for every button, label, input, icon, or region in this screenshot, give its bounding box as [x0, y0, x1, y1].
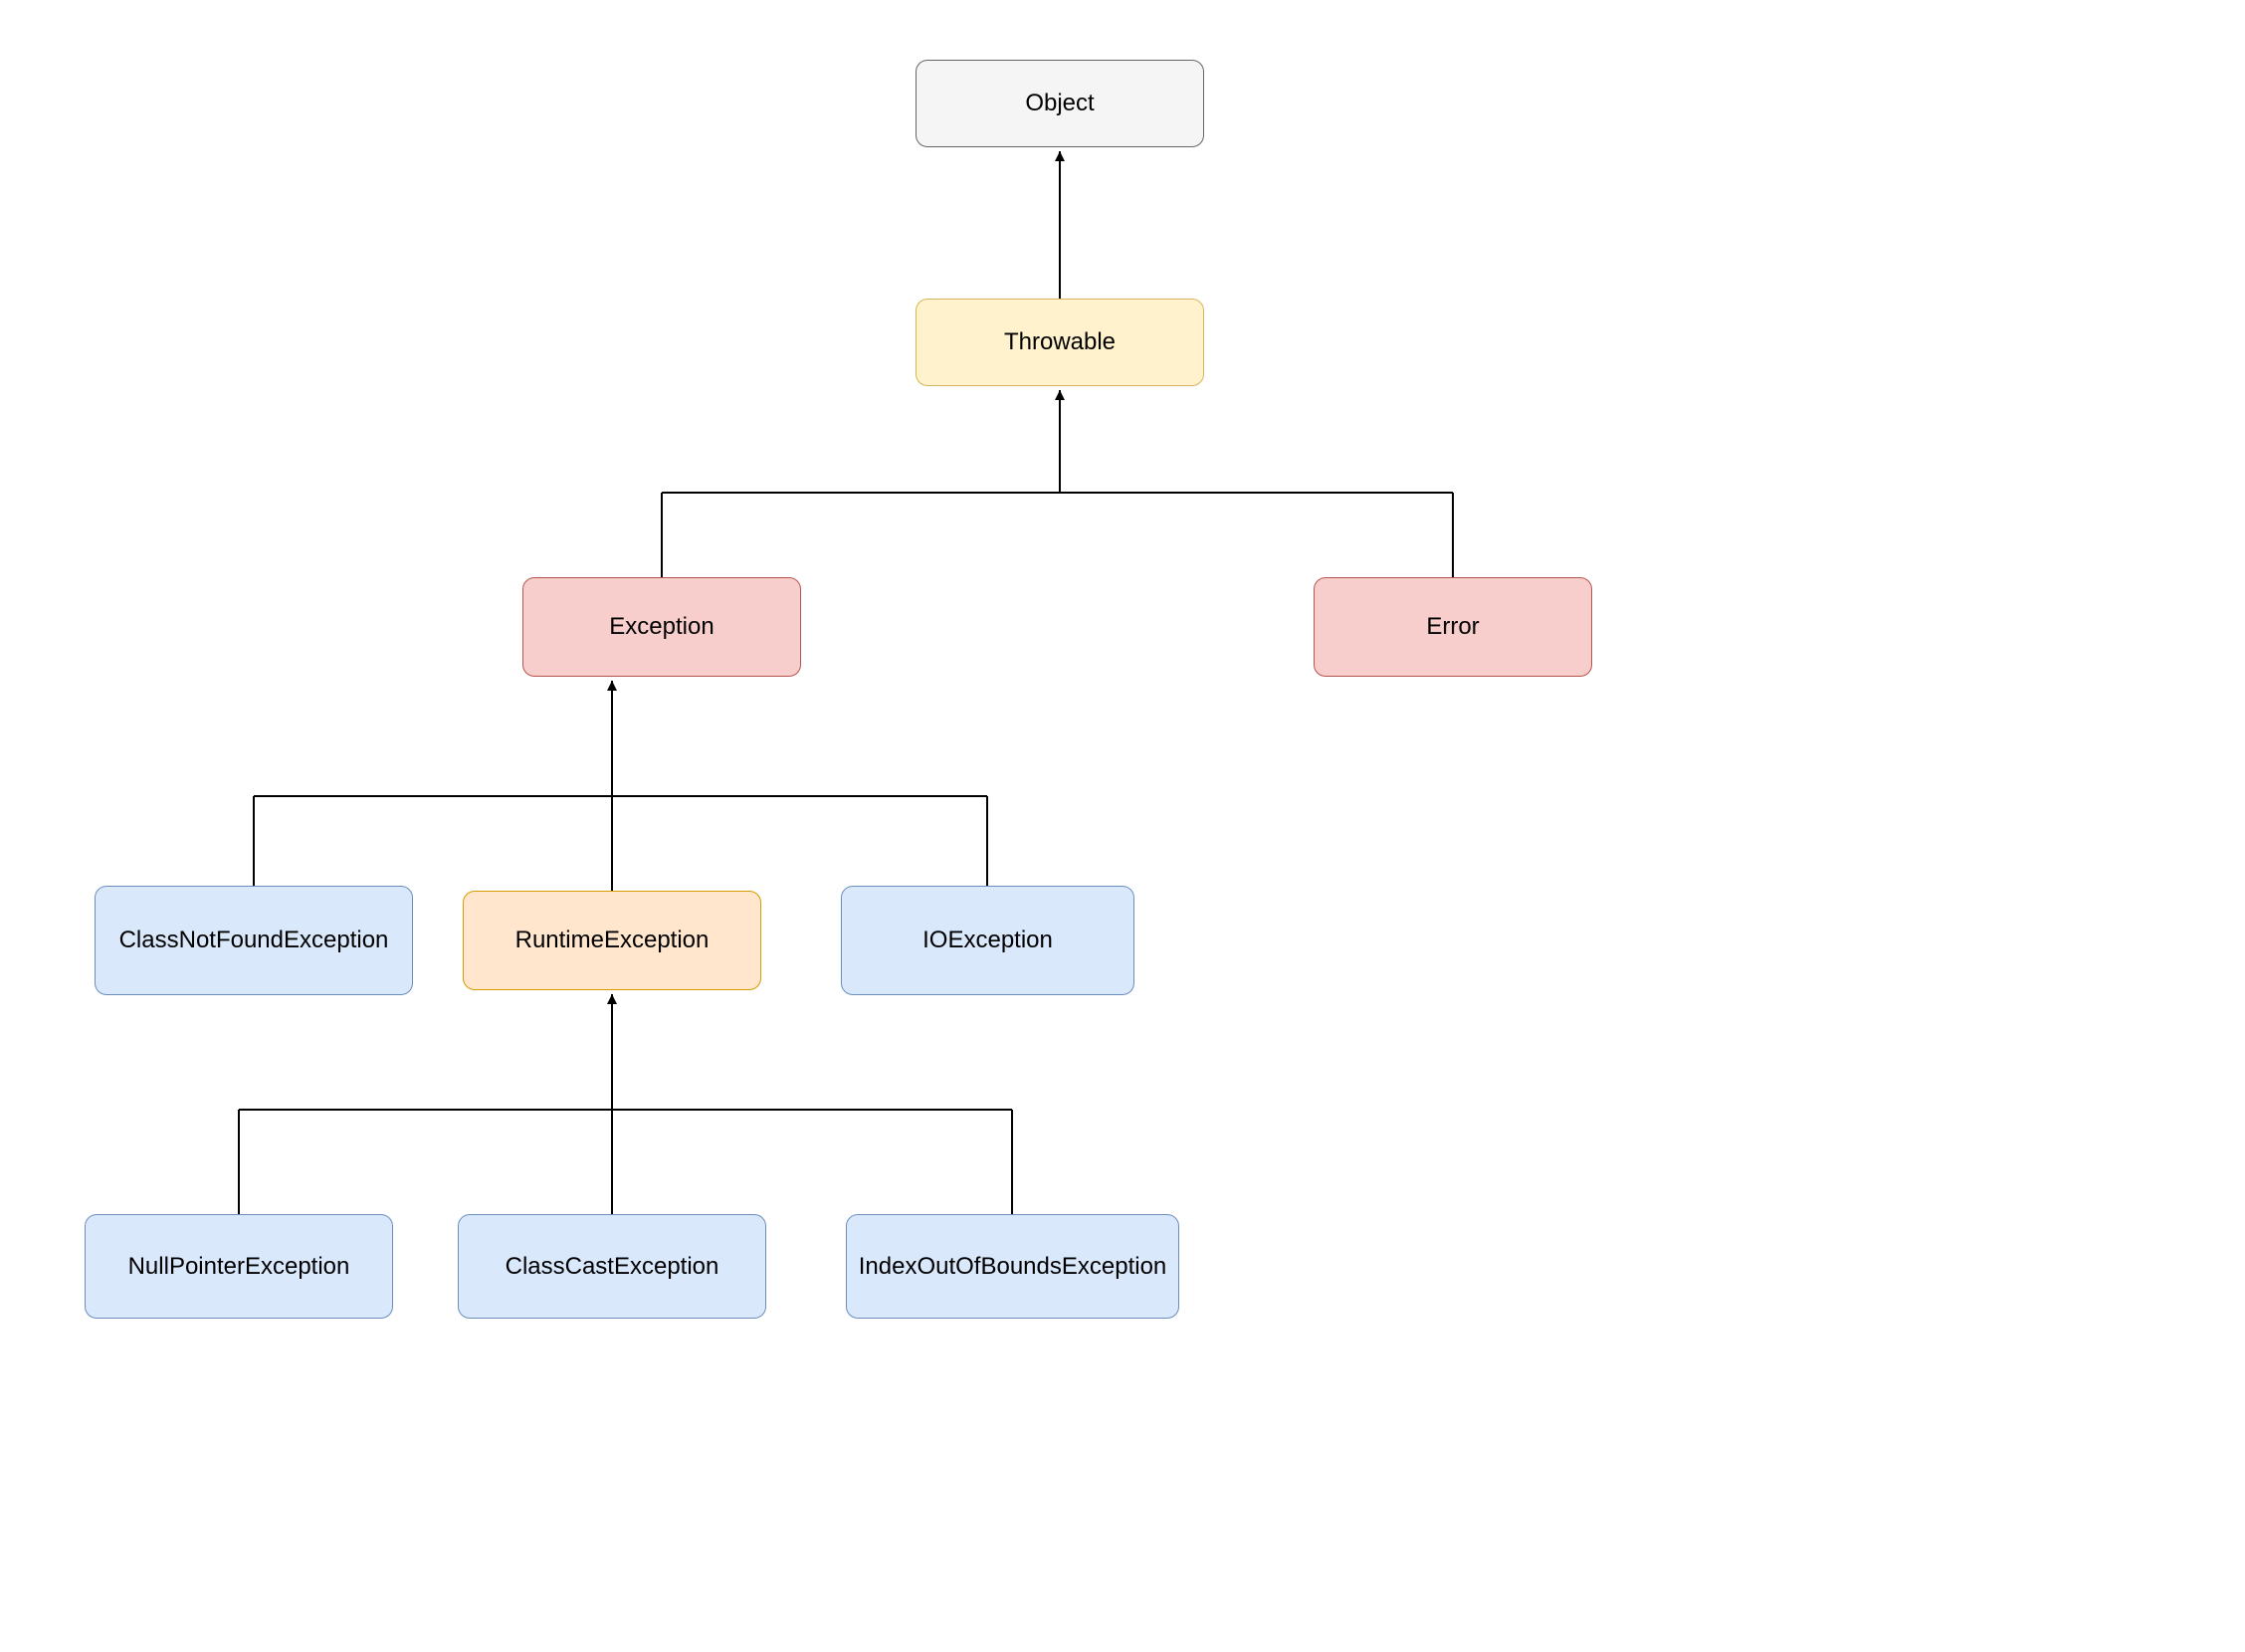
- node-label: Exception: [609, 613, 714, 641]
- node-label: ClassNotFoundException: [119, 927, 389, 954]
- node-classnotfoundexception: ClassNotFoundException: [95, 886, 413, 995]
- node-runtimeexception: RuntimeException: [463, 891, 761, 990]
- node-error: Error: [1314, 577, 1592, 677]
- node-label: Error: [1426, 613, 1479, 641]
- node-nullpointerexception: NullPointerException: [85, 1214, 393, 1319]
- class-hierarchy-diagram: Object Throwable Exception Error ClassNo…: [0, 0, 2245, 1652]
- node-label: IOException: [922, 927, 1053, 954]
- diagram-edges: [0, 0, 2245, 1652]
- node-label: NullPointerException: [128, 1253, 350, 1281]
- node-object: Object: [916, 60, 1204, 147]
- node-label: RuntimeException: [515, 927, 710, 954]
- node-exception: Exception: [522, 577, 801, 677]
- node-classcastexception: ClassCastException: [458, 1214, 766, 1319]
- node-ioexception: IOException: [841, 886, 1134, 995]
- node-label: ClassCastException: [506, 1253, 719, 1281]
- node-label: IndexOutOfBoundsException: [859, 1253, 1167, 1281]
- node-label: Throwable: [1004, 328, 1116, 356]
- node-throwable: Throwable: [916, 299, 1204, 386]
- node-indexoutofboundsexception: IndexOutOfBoundsException: [846, 1214, 1179, 1319]
- node-label: Object: [1025, 90, 1094, 117]
